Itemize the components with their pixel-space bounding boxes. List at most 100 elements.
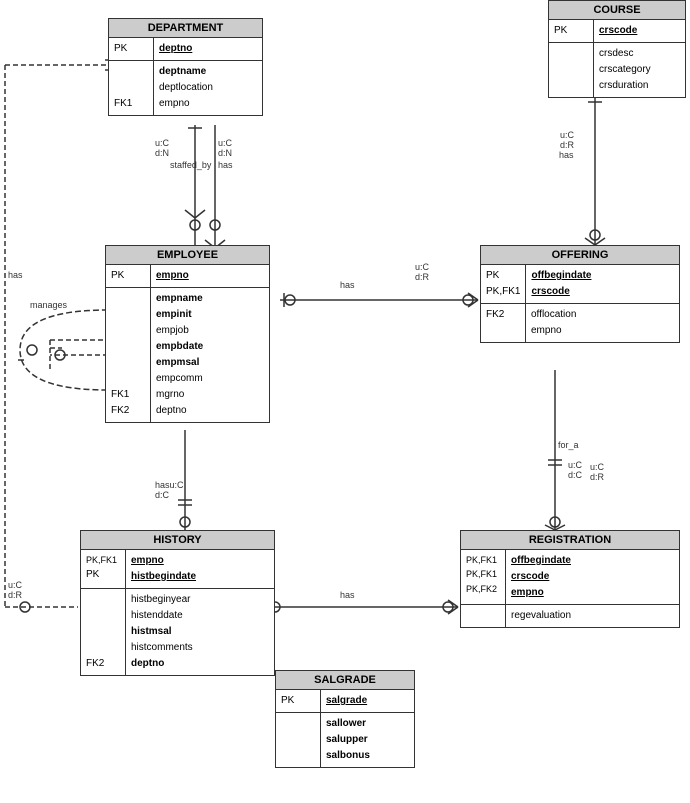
reg-crscode: crscode [511, 569, 571, 585]
hist-histbegindate: histbegindate [131, 569, 196, 585]
reg-empno: empno [511, 585, 571, 601]
course-fields: crscode [594, 20, 642, 42]
department-title: DEPARTMENT [109, 19, 262, 38]
emp-empname: empname [156, 291, 203, 307]
salgrade-entity: SALGRADE PK salgrade sallower salupper s… [275, 670, 415, 768]
registration-keys: PK,FK1 PK,FK1 PK,FK2 [461, 550, 506, 604]
uc-dr-offering-label: u:Cd:R [415, 262, 429, 282]
offering-entity: OFFERING PK PK,FK1 offbegindate crscode … [480, 245, 680, 343]
uc-dc-reg-label: u:Cd:C [568, 460, 582, 480]
hasu-c-label: hasu:Cd:C [155, 480, 184, 500]
hist-histcomments: histcomments [131, 640, 193, 656]
employee-entity: EMPLOYEE PK empno FK1 FK2 empname [105, 245, 270, 423]
off-offbegindate: offbegindate [531, 268, 591, 284]
emp-deptno: deptno [156, 403, 203, 419]
course-crsdesc: crsdesc [599, 46, 651, 62]
offering-title: OFFERING [481, 246, 679, 265]
registration-fields2: regevaluation [506, 605, 576, 627]
emp-mgrno: mgrno [156, 387, 203, 403]
course-crscode: crscode [599, 23, 637, 39]
salgrade-keys: PK [276, 690, 321, 712]
course-keys: PK [549, 20, 594, 42]
has-left-label: has [8, 270, 23, 280]
sal-salupper: salupper [326, 732, 370, 748]
er-diagram: staffed_by has u:Cd:N u:Cd:N has u:Cd:R … [0, 0, 690, 803]
salgrade-title: SALGRADE [276, 671, 414, 690]
uc-dr-reg-label2: u:Cd:R [590, 462, 604, 482]
dept-fk1-label: FK1 [114, 96, 148, 112]
emp-pk-label: PK [111, 268, 145, 284]
registration-title: REGISTRATION [461, 531, 679, 550]
dept-deptno: deptno [159, 41, 192, 57]
reg-regevaluation: regevaluation [511, 608, 571, 624]
has-course-label: has [559, 150, 574, 160]
emp-fields2: empname empinit empjob empbdate empmsal … [151, 288, 208, 422]
course-title: COURSE [549, 1, 685, 20]
course-entity: COURSE PK crscode crsdesc crscategory cr… [548, 0, 686, 98]
off-pk-label: PK [486, 268, 520, 284]
history-keys: PK,FK1 PK [81, 550, 126, 588]
uc-label-left: u:Cd:R [8, 580, 22, 600]
registration-entity: REGISTRATION PK,FK1 PK,FK1 PK,FK2 offbeg… [460, 530, 680, 628]
hist-empno: empno [131, 553, 196, 569]
history-entity: HISTORY PK,FK1 PK empno histbegindate FK… [80, 530, 275, 676]
staffed-by-label: staffed_by [170, 160, 211, 170]
off-crscode: crscode [531, 284, 591, 300]
reg-pkfk2-label: PK,FK2 [466, 582, 500, 596]
department-fields: deptno [154, 38, 197, 60]
offering-fields: offbegindate crscode [526, 265, 596, 303]
sal-salbonus: salbonus [326, 748, 370, 764]
uc-label2: u:Cd:N [218, 138, 232, 158]
has-dept-label: has [218, 160, 233, 170]
reg-pkfk1a-label: PK,FK1 [466, 553, 500, 567]
emp-empbdate: empbdate [156, 339, 203, 355]
emp-empmsal: empmsal [156, 355, 203, 371]
off-fk2-label: FK2 [486, 307, 520, 323]
emp-empinit: empinit [156, 307, 203, 323]
uc-dn-dept-label: u:Cd:N [155, 138, 169, 158]
manages-label: manages [30, 300, 67, 310]
department-keys: PK [109, 38, 154, 60]
off-pkfk1-label: PK,FK1 [486, 284, 520, 300]
salgrade-fields2: sallower salupper salbonus [321, 713, 375, 767]
dept-fields2: deptname deptlocation empno [154, 61, 218, 115]
sal-salgrade: salgrade [326, 693, 367, 709]
off-empno: empno [531, 323, 576, 339]
sal-sallower: sallower [326, 716, 370, 732]
offering-keys2: FK2 [481, 304, 526, 342]
dept-keys2: FK1 [109, 61, 154, 115]
hist-deptno: deptno [131, 656, 193, 672]
employee-title: EMPLOYEE [106, 246, 269, 265]
uc-dr-course-label: u:Cd:R [560, 130, 574, 150]
emp-fk1-label: FK1 [111, 387, 145, 403]
hist-pk-label: PK [86, 567, 120, 583]
registration-keys2 [461, 605, 506, 627]
dept-deptname: deptname [159, 64, 213, 80]
emp-fk2-label: FK2 [111, 403, 145, 419]
salgrade-fields: salgrade [321, 690, 372, 712]
reg-pkfk1b-label: PK,FK1 [466, 567, 500, 581]
off-offlocation: offlocation [531, 307, 576, 323]
history-fields: empno histbegindate [126, 550, 201, 588]
emp-empjob: empjob [156, 323, 203, 339]
dept-pk-label: PK [114, 41, 148, 57]
dept-empno: empno [159, 96, 213, 112]
emp-empno: empno [156, 268, 189, 284]
salgrade-keys2 [276, 713, 321, 767]
reg-offbegindate: offbegindate [511, 553, 571, 569]
course-fields2: crsdesc crscategory crsduration [594, 43, 656, 97]
sal-pk-label: PK [281, 693, 315, 709]
history-title: HISTORY [81, 531, 274, 550]
hist-histbeginyear: histbeginyear [131, 592, 193, 608]
course-keys2 [549, 43, 594, 97]
history-fields2: histbeginyear histenddate histmsal histc… [126, 589, 198, 675]
hist-fk2-label: FK2 [86, 656, 120, 672]
hist-histmsal: histmsal [131, 624, 193, 640]
hist-pkfk1-label: PK,FK1 [86, 553, 120, 567]
has-hist-reg-label: has [340, 590, 355, 600]
course-crscategory: crscategory [599, 62, 651, 78]
employee-fields: empno [151, 265, 194, 287]
course-crsduration: crsduration [599, 78, 651, 94]
emp-keys2: FK1 FK2 [106, 288, 151, 422]
offering-fields2: offlocation empno [526, 304, 581, 342]
